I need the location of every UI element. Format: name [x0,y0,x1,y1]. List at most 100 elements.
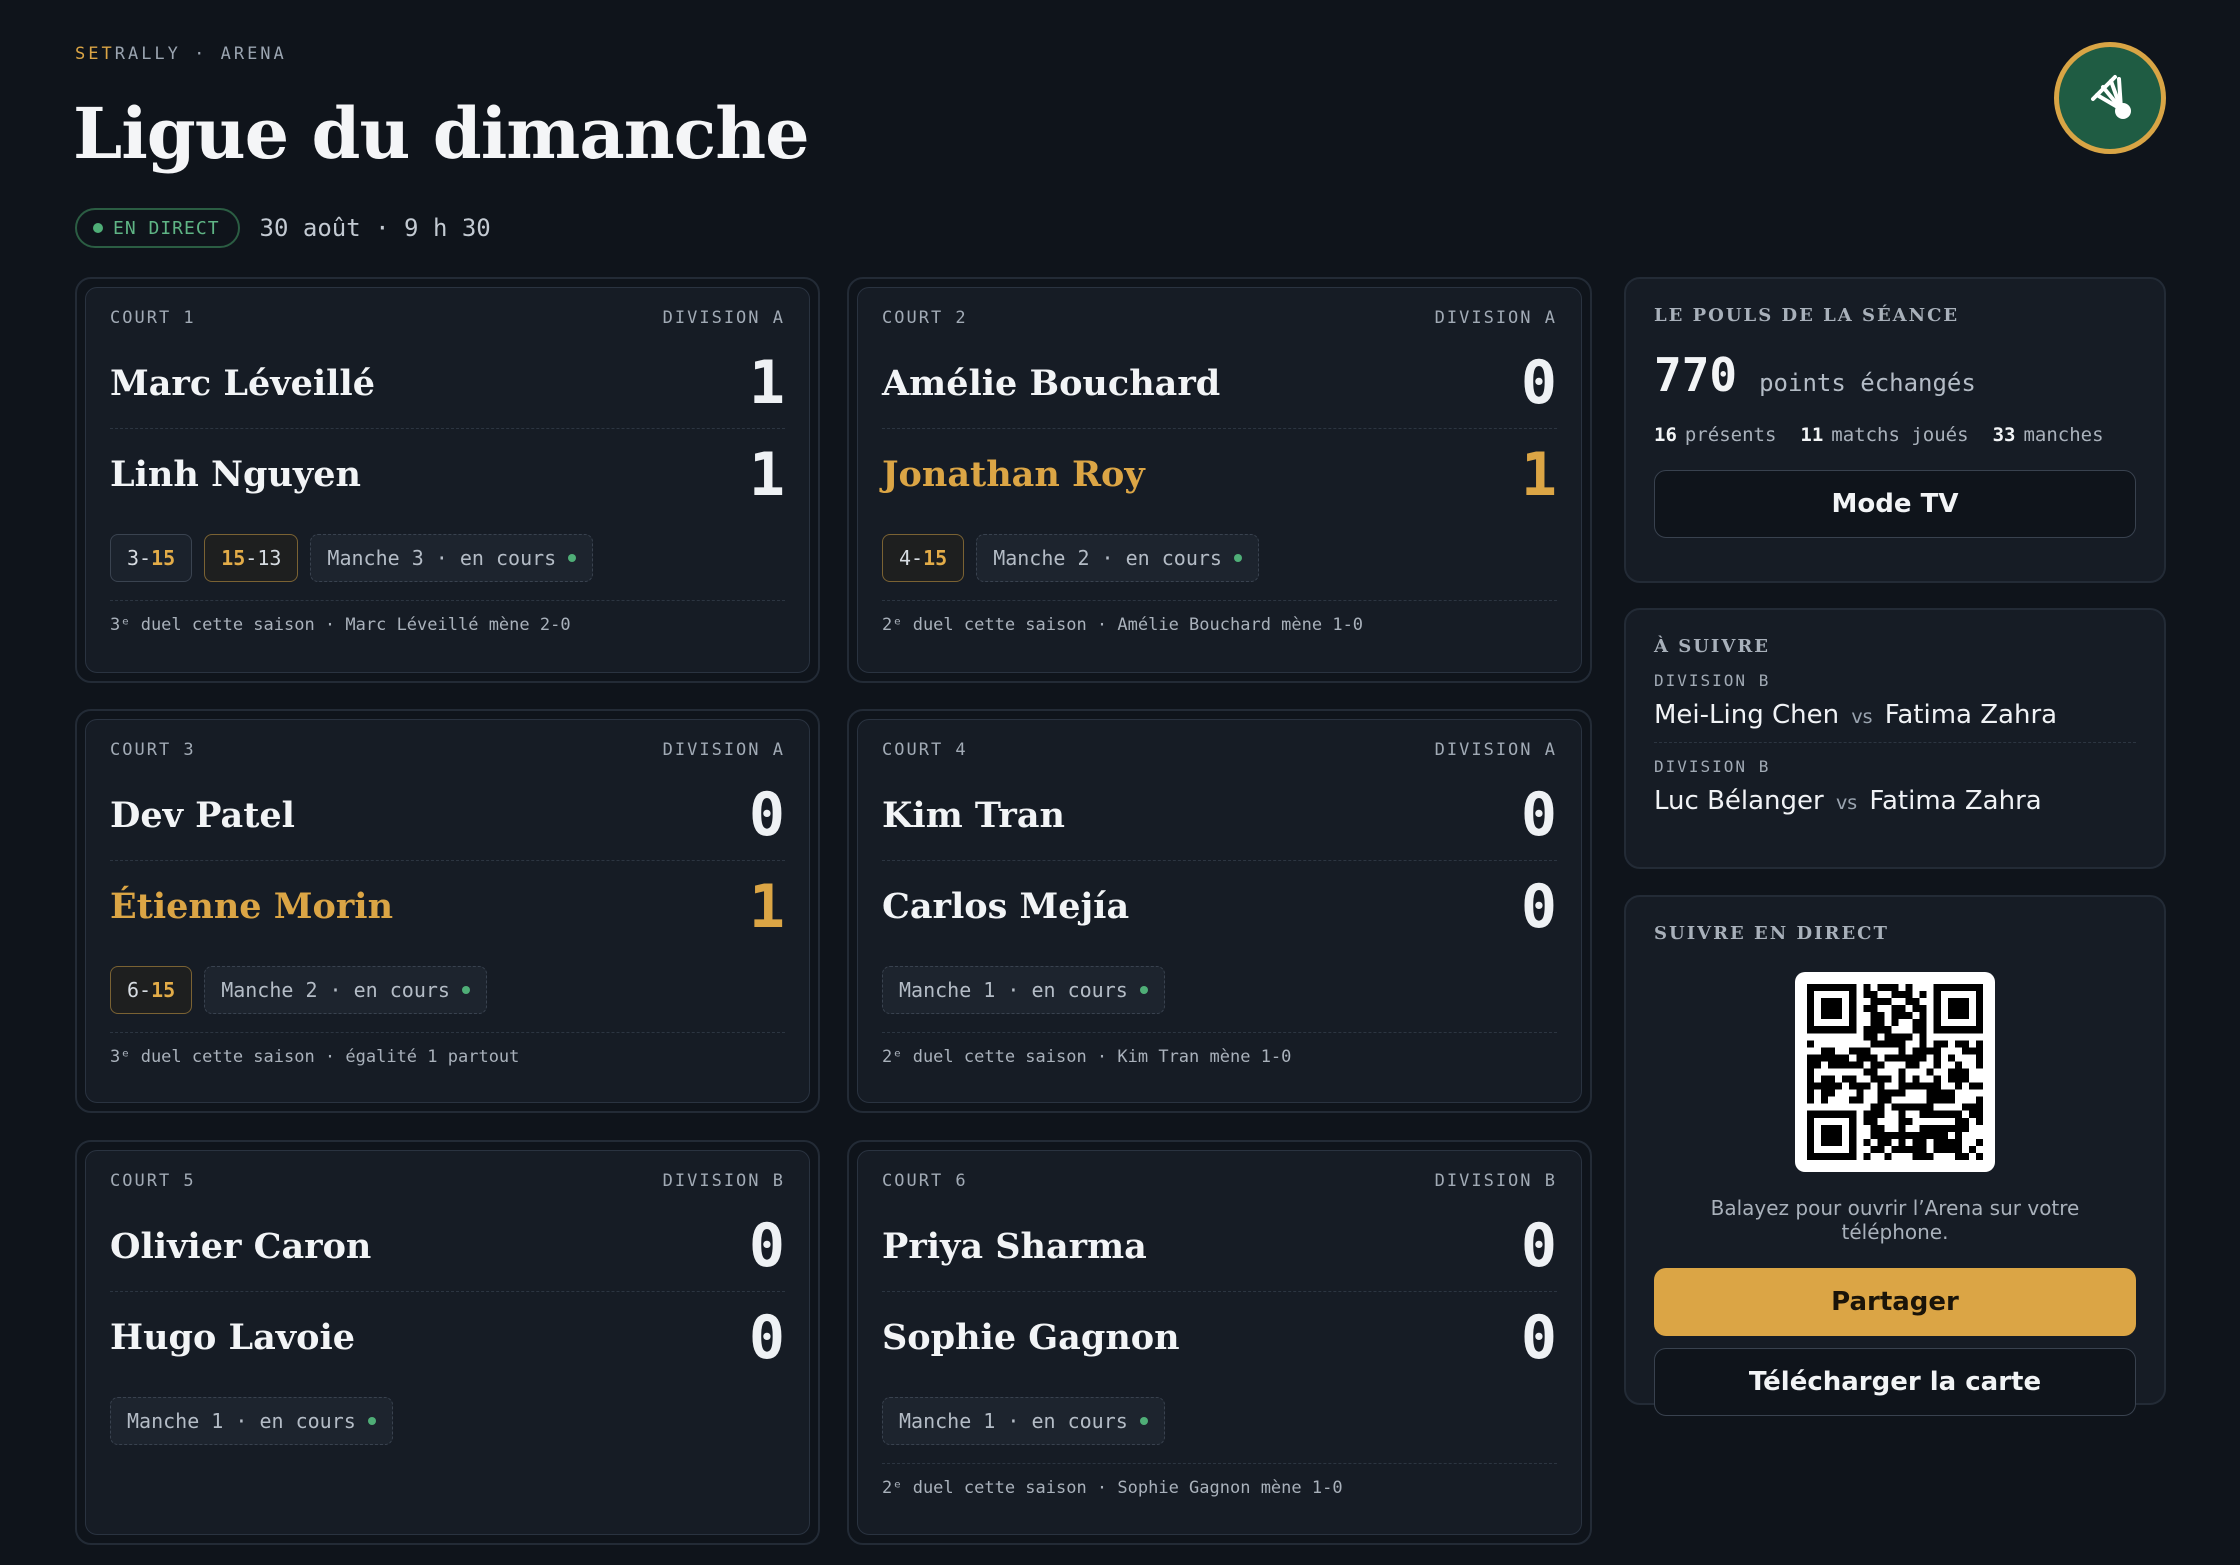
qr-module [1975,1054,1983,1062]
qr-module [1919,1054,1927,1062]
qr-module [1884,1054,1892,1062]
qr-module [1884,1138,1892,1146]
qr-module [1821,1047,1829,1055]
qr-module [1891,1103,1899,1111]
player-name: Dev Patel [110,794,295,836]
player-row: Hugo Lavoie 0 [110,1292,785,1383]
court-division: DIVISION B [662,1171,785,1191]
qr-module [1898,1047,1906,1055]
qr-module [1835,1082,1843,1090]
qr-module [1961,1103,1969,1111]
player-name: Jonathan Roy [882,454,1145,495]
qr-module [1954,1138,1962,1146]
qr-module [1807,1089,1815,1097]
tv-mode-button[interactable]: Mode TV [1654,470,2136,538]
set-status-chip: Manche 2 · en cours [204,966,487,1014]
qr-module [1877,1145,1885,1153]
qr-module [1877,1082,1885,1090]
qr-module [1961,1075,1969,1083]
court-card-2[interactable]: COURT 2 DIVISION A Amélie Bouchard 0 Jonat… [847,277,1592,683]
qr-module [1877,1103,1885,1111]
qr-module [1919,1047,1927,1055]
qr-module [1905,1103,1913,1111]
qr-module [1961,1047,1969,1055]
qr-module [1961,1124,1969,1132]
qr-module [1842,1061,1850,1069]
qr-module [1814,1082,1822,1090]
qr-module [1821,1054,1829,1062]
qr-module [1926,1110,1934,1118]
set-chips: 6- 15 Manche 2 · en cours [110,966,785,1014]
court-card-1[interactable]: COURT 1 DIVISION A Marc Léveillé 1 Linh Ng… [75,277,820,683]
qr-module [1940,1096,1948,1104]
qr-module [1898,1103,1906,1111]
qr-module [1898,1033,1906,1041]
qr-module [1891,984,1899,992]
qr-module [1884,1033,1892,1041]
list-item[interactable]: DIVISION B Mei-Ling Chen vs Fatima Zahra [1654,657,2136,743]
qr-module [1856,1089,1864,1097]
player-row: Priya Sharma 0 [882,1201,1557,1292]
qr-module [1968,1110,1976,1118]
player-score: 0 [1520,348,1557,418]
qr-module [1926,1082,1934,1090]
qr-module [1821,1124,1843,1146]
qr-module [1954,1068,1962,1076]
court-footer: 3ᵉ duel cette saison · Marc Léveillé mèn… [110,600,785,635]
qr-module [1870,1117,1878,1125]
session-pulse-panel: LE POULS DE LA SÉANCE 770 points échangé… [1624,277,2166,583]
share-button[interactable]: Partager [1654,1268,2136,1336]
player-score: 0 [1520,1211,1557,1281]
qr-module [1975,1138,1983,1146]
court-card-6[interactable]: COURT 6 DIVISION B Priya Sharma 0 Sophie G… [847,1140,1592,1545]
download-card-button[interactable]: Télécharger la carte [1654,1348,2136,1416]
qr-module [1856,1082,1864,1090]
qr-module [1877,1012,1885,1020]
court-card-3[interactable]: COURT 3 DIVISION A Dev Patel 0 Étienne Mor… [75,709,820,1113]
court-card-5[interactable]: COURT 5 DIVISION B Olivier Caron 0 Hugo La… [75,1140,820,1545]
qr-module [1891,1131,1899,1139]
qr-module [1898,1124,1906,1132]
qr-module [1863,1082,1871,1090]
qr-module [1919,1082,1927,1090]
next-match: Mei-Ling Chen vs Fatima Zahra [1654,700,2058,730]
qr-module [1877,1061,1885,1069]
qr-module [1856,1096,1864,1104]
qr-module [1912,1047,1920,1055]
next-match: Luc Bélanger vs Fatima Zahra [1654,786,2042,816]
qr-module [1912,1054,1920,1062]
qr-module [1975,1040,1983,1048]
qr-module [1933,1124,1941,1132]
live-dot-icon [1139,1417,1148,1425]
qr-module [1947,1089,1955,1097]
qr-module [1877,984,1885,992]
qr-module [1884,1096,1892,1104]
qr-module [1947,998,1969,1020]
qr-module [1940,1145,1948,1153]
stat-sets: 33 manches [1992,424,2104,446]
qr-module [1842,1075,1850,1083]
qr-module [1898,1145,1906,1153]
qr-module [1947,1054,1955,1062]
qr-module [1877,1075,1885,1083]
qr-module [1807,1082,1815,1090]
qr-module [1870,998,1878,1006]
list-item[interactable]: DIVISION B Luc Bélanger vs Fatima Zahra [1654,743,2136,816]
qr-module [1891,991,1899,999]
qr-module [1849,1096,1857,1104]
court-division: DIVISION A [1434,740,1557,760]
qr-module [1807,1061,1815,1069]
qr-module [1898,1068,1906,1076]
qr-module [1870,1061,1878,1069]
qr-module [1933,1131,1941,1139]
court-card-4[interactable]: COURT 4 DIVISION A Kim Tran 0 Carlos Mejía… [847,709,1592,1113]
panel-title: À SUIVRE [1654,636,1770,657]
player-score: 0 [748,1211,785,1281]
court-footer: 2ᵉ duel cette saison · Kim Tran mène 1-0 [882,1032,1557,1067]
qr-module [1877,1089,1885,1097]
set-chips: Manche 1 · en cours [882,966,1557,1014]
next-division: DIVISION B [1654,757,1771,776]
player-row: Carlos Mejía 0 [882,861,1557,952]
panel-title: SUIVRE EN DIRECT [1654,923,1889,944]
qr-code[interactable] [1795,972,1995,1172]
